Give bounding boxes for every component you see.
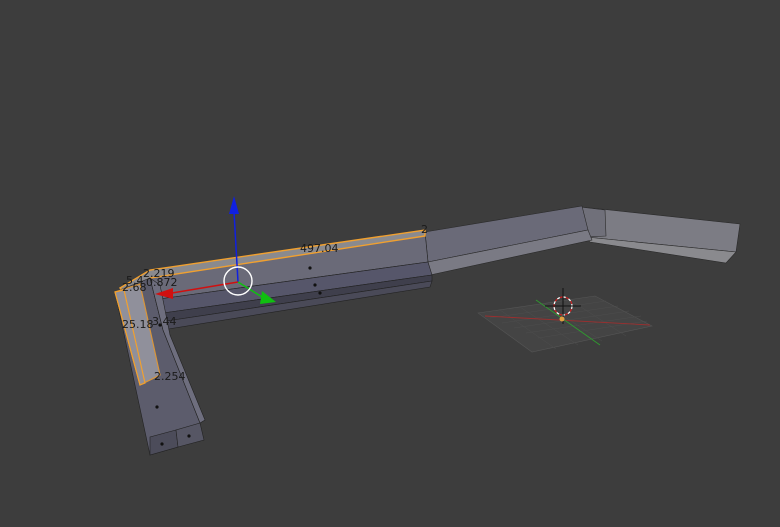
dimension-label: 0.872 — [146, 276, 178, 289]
dimension-label: 5.4 — [126, 274, 144, 287]
dimension-label: 497.04 — [300, 242, 339, 255]
dimension-label: 3.44 — [152, 315, 177, 328]
dimension-label: 2 — [421, 223, 428, 236]
scene-canvas[interactable]: 2 497.04 2.219 2.68 5.4 0.872 25.18 3.44… — [0, 0, 780, 527]
floor-grid-icon — [477, 295, 653, 353]
far-wall-mesh[interactable] — [424, 205, 741, 276]
dimension-label: 2.254 — [154, 370, 186, 383]
3d-viewport[interactable]: 2 497.04 2.219 2.68 5.4 0.872 25.18 3.44… — [0, 0, 780, 527]
dimension-label: 25.18 — [122, 318, 154, 331]
